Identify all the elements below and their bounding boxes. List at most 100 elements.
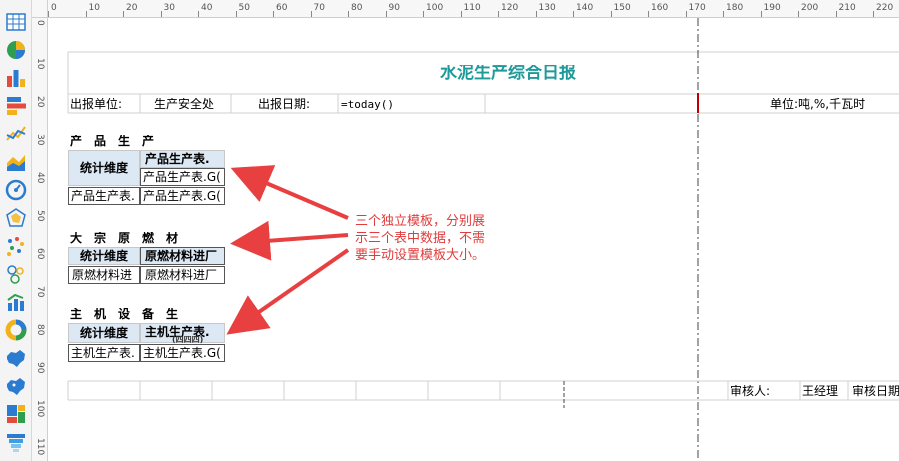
ruler-label: 70	[313, 3, 325, 13]
row-cell-left[interactable]: 原燃材料进	[68, 266, 140, 284]
ruler-label: 60	[276, 3, 288, 13]
radar-chart-icon[interactable]	[5, 207, 27, 229]
date-label: 出报日期:	[258, 98, 311, 110]
template-raw-materials[interactable]: 大 宗 原 燃 材 统计维度 原燃材料进厂 原燃材料进 原燃材料进厂	[68, 229, 225, 285]
row-cell-left[interactable]: 产品生产表.	[68, 187, 140, 205]
reviewer-value: 王经理	[802, 385, 839, 397]
ruler-tick	[235, 11, 237, 17]
bar-chart-icon[interactable]	[5, 67, 27, 89]
value-cell[interactable]: 产品生产表.G(	[140, 168, 225, 186]
ruler-tick	[385, 11, 387, 17]
ruler-label: 130	[538, 3, 556, 13]
ruler-tick	[198, 11, 199, 17]
ruler-corner	[32, 0, 48, 18]
horizontal-ruler: 0 10 20 30 40 50 60 70 80 90 100 110 120 130 140 150 160…	[48, 0, 899, 18]
ruler-label: 10	[88, 3, 100, 13]
table-icon[interactable]	[5, 11, 27, 33]
ruler-label: 150	[613, 3, 631, 13]
ruler-label: 190	[763, 3, 781, 13]
ruler-label: 10	[35, 58, 45, 70]
ruler-label: 110	[35, 438, 45, 456]
ruler-label: 80	[351, 3, 363, 13]
ruler-tick	[685, 11, 687, 17]
ruler-label: 20	[126, 3, 138, 13]
ruler-label: 170	[688, 3, 706, 13]
ruler-label: 70	[35, 286, 45, 298]
ruler-label: 100	[35, 400, 45, 418]
treemap-icon[interactable]	[5, 403, 27, 425]
ruler-tick	[573, 11, 574, 17]
vertical-ruler: 0 10 20 30 40 50 60 70 80 90 100 110	[32, 18, 48, 461]
ruler-label: 90	[388, 3, 400, 13]
ruler-tick	[610, 11, 612, 17]
dim-header-cell[interactable]: 统计维度	[68, 247, 140, 265]
ruler-label: 180	[726, 3, 744, 13]
ruler-label: 0	[35, 20, 45, 26]
annotation-line: 要手动设置模板大小。	[355, 248, 486, 263]
row-cell-right[interactable]: 原燃材料进厂	[140, 266, 225, 284]
ruler-tick	[160, 11, 162, 17]
ruler-tick	[460, 11, 462, 17]
ruler-label: 90	[35, 362, 45, 374]
report-canvas[interactable]: 水泥生产综合日报 出报单位: 生产安全处 出报日期: =today() 单位:吨…	[48, 18, 899, 461]
pie-chart-icon[interactable]	[5, 39, 27, 61]
reviewer-label: 审核人:	[730, 385, 771, 397]
scatter-chart-icon[interactable]	[5, 235, 27, 257]
ruler-tick	[310, 11, 312, 17]
table-header-cell[interactable]: 原燃材料进厂	[140, 247, 225, 265]
unit-value: 生产安全处	[154, 98, 215, 110]
ruler-label: 50	[35, 210, 45, 222]
unit-label: 出报单位:	[70, 98, 123, 110]
table-header-sub: (四四四)	[172, 336, 204, 344]
line-chart-icon[interactable]	[5, 123, 27, 145]
ruler-label: 200	[801, 3, 819, 13]
horizontal-bar-icon[interactable]	[5, 95, 27, 117]
ruler-tick	[123, 11, 124, 17]
dim-header-cell[interactable]: 统计维度	[68, 150, 140, 186]
bubble-chart-icon[interactable]	[5, 263, 27, 285]
ruler-label: 20	[35, 96, 45, 108]
measure-units: 单位:吨,%,千瓦时	[770, 98, 866, 110]
annotation-text: 三个独立模板，分别展 示三个表中数据，不需 要手动设置模板大小。	[355, 213, 485, 264]
review-date-label: 审核日期	[852, 385, 899, 397]
gauge-icon[interactable]	[5, 179, 27, 201]
area-chart-icon[interactable]	[5, 151, 27, 173]
template-section-title: 产 品 生 产	[70, 135, 155, 147]
ruler-tick	[48, 11, 49, 17]
row-cell-left[interactable]: 主机生产表.	[68, 344, 140, 362]
china-map-icon[interactable]	[5, 347, 27, 369]
template-section-title: 大 宗 原 燃 材	[70, 232, 179, 244]
ruler-tick	[273, 11, 274, 17]
ruler-tick	[760, 11, 762, 17]
annotation-line: 示三个表中数据，不需	[355, 231, 486, 246]
chart-toolbar	[0, 0, 32, 461]
ring-chart-icon[interactable]	[5, 319, 27, 341]
ruler-label: 60	[35, 248, 45, 260]
ruler-tick	[348, 11, 349, 17]
ruler-label: 140	[576, 3, 594, 13]
dim-header-cell[interactable]: 统计维度	[68, 323, 140, 343]
row-cell-right[interactable]: 产品生产表.G(	[140, 187, 225, 205]
row-cell-right[interactable]: 主机生产表.G(	[140, 344, 225, 362]
ruler-label: 40	[201, 3, 213, 13]
ruler-label: 0	[51, 3, 57, 13]
ruler-label: 100	[426, 3, 444, 13]
ruler-tick	[835, 11, 837, 17]
date-formula: =today()	[341, 99, 394, 110]
template-main-equipment[interactable]: 主 机 设 备 生 统计维度 主机生产表. (四四四) 主机生产表. 主机生产表…	[68, 305, 225, 365]
ruler-label: 220	[876, 3, 894, 13]
combo-chart-icon[interactable]	[5, 291, 27, 313]
china-map-2-icon[interactable]	[5, 375, 27, 397]
table-header-cell[interactable]: 产品生产表.	[140, 150, 225, 168]
template-product[interactable]: 产 品 生 产 统计维度 产品生产表. 产品生产表.G( 产品生产表. 产品生产…	[68, 132, 225, 205]
report-title: 水泥生产综合日报	[440, 65, 576, 82]
ruler-label: 50	[238, 3, 250, 13]
template-section-title: 主 机 设 备 生	[70, 308, 179, 320]
ruler-tick	[723, 11, 724, 17]
ruler-label: 80	[35, 324, 45, 336]
funnel-icon[interactable]	[5, 431, 27, 453]
ruler-tick	[873, 11, 874, 17]
ruler-label: 210	[838, 3, 856, 13]
ruler-label: 120	[501, 3, 519, 13]
ruler-tick	[648, 11, 649, 17]
